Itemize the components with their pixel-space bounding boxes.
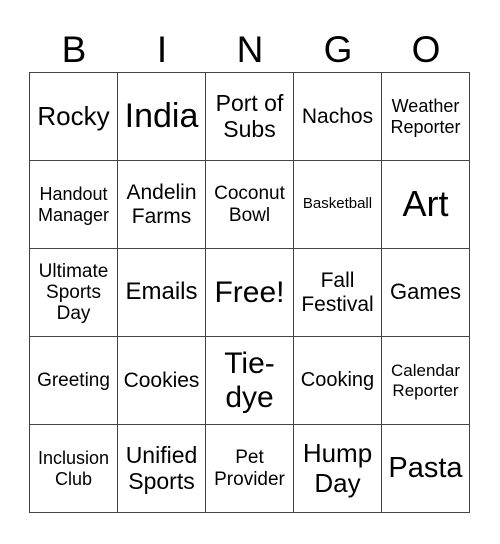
bingo-cell[interactable]: Calendar Reporter — [382, 337, 470, 425]
bingo-cell[interactable]: Andelin Farms — [118, 161, 206, 249]
bingo-cell[interactable]: Weather Reporter — [382, 73, 470, 161]
bingo-cell[interactable]: Fall Festival — [294, 249, 382, 337]
bingo-cell-text: India — [124, 97, 199, 136]
bingo-cell-text: Inclusion Club — [37, 448, 110, 489]
header-letter-n: N — [236, 29, 264, 70]
bingo-cell[interactable]: Unified Sports — [118, 425, 206, 513]
header-letter-o: O — [411, 29, 441, 70]
bingo-cell-text: Coconut Bowl — [214, 183, 285, 226]
bingo-cell-text: Calendar Reporter — [391, 361, 460, 400]
bingo-cell-text: Basketball — [302, 195, 373, 213]
bingo-cell-text: Unified Sports — [125, 441, 198, 494]
bingo-cell[interactable]: Ultimate Sports Day — [30, 249, 118, 337]
bingo-cell[interactable]: Art — [382, 161, 470, 249]
bingo-cell[interactable]: Pasta — [382, 425, 470, 513]
bingo-cell-text: Cooking — [300, 369, 375, 392]
bingo-header: B I N G O — [30, 28, 470, 72]
bingo-cell-text: Andelin Farms — [126, 180, 197, 228]
bingo-cell[interactable]: Nachos — [294, 73, 382, 161]
bingo-cell[interactable]: Port of Subs — [206, 73, 294, 161]
bingo-cell[interactable]: Handout Manager — [30, 161, 118, 249]
bingo-cell-text: Weather Reporter — [390, 96, 461, 137]
header-letter-g: G — [323, 29, 353, 70]
bingo-cell-text: Port of Subs — [215, 89, 284, 142]
bingo-cell-text: Nachos — [301, 104, 374, 128]
bingo-cell[interactable]: Hump Day — [294, 425, 382, 513]
bingo-cell-text: Greeting — [37, 369, 110, 391]
bingo-cell-text: Pasta — [388, 452, 463, 485]
bingo-cell-text: Ultimate Sports Day — [38, 260, 109, 325]
bingo-cell-text: Rocky — [37, 100, 110, 131]
bingo-cell[interactable]: Inclusion Club — [30, 425, 118, 513]
bingo-cell[interactable]: Cooking — [294, 337, 382, 425]
bingo-cell[interactable]: Free! — [206, 249, 294, 337]
bingo-cell-text: Free! — [214, 275, 285, 309]
bingo-cell-text: Pet Provider — [214, 447, 285, 490]
bingo-cell-text: Cookies — [123, 368, 200, 392]
bingo-cell-text: Art — [402, 183, 449, 225]
bingo-cell[interactable]: Greeting — [30, 337, 118, 425]
bingo-cell-text: Emails — [125, 278, 198, 306]
bingo-cell[interactable]: Pet Provider — [206, 425, 294, 513]
header-letter-i: I — [156, 29, 168, 70]
bingo-cell[interactable]: India — [118, 73, 206, 161]
bingo-cell[interactable]: Tie-dye — [206, 337, 294, 425]
bingo-cell-text: Tie-dye — [224, 346, 275, 414]
header-letter-b: B — [61, 29, 87, 70]
bingo-cell[interactable]: Basketball — [294, 161, 382, 249]
bingo-cell[interactable]: Coconut Bowl — [206, 161, 294, 249]
bingo-grid: Rocky India Port of Subs Nachos Weather Repo… — [29, 72, 470, 513]
bingo-cell-text: Games — [390, 279, 461, 305]
bingo-cell-text: Fall Festival — [301, 268, 374, 316]
bingo-cell[interactable]: Games — [382, 249, 470, 337]
bingo-cell[interactable]: Cookies — [118, 337, 206, 425]
bingo-cell-text: Hump Day — [302, 438, 373, 498]
bingo-cell-text: Handout Manager — [37, 184, 110, 225]
bingo-cell[interactable]: Rocky — [30, 73, 118, 161]
bingo-cell[interactable]: Emails — [118, 249, 206, 337]
